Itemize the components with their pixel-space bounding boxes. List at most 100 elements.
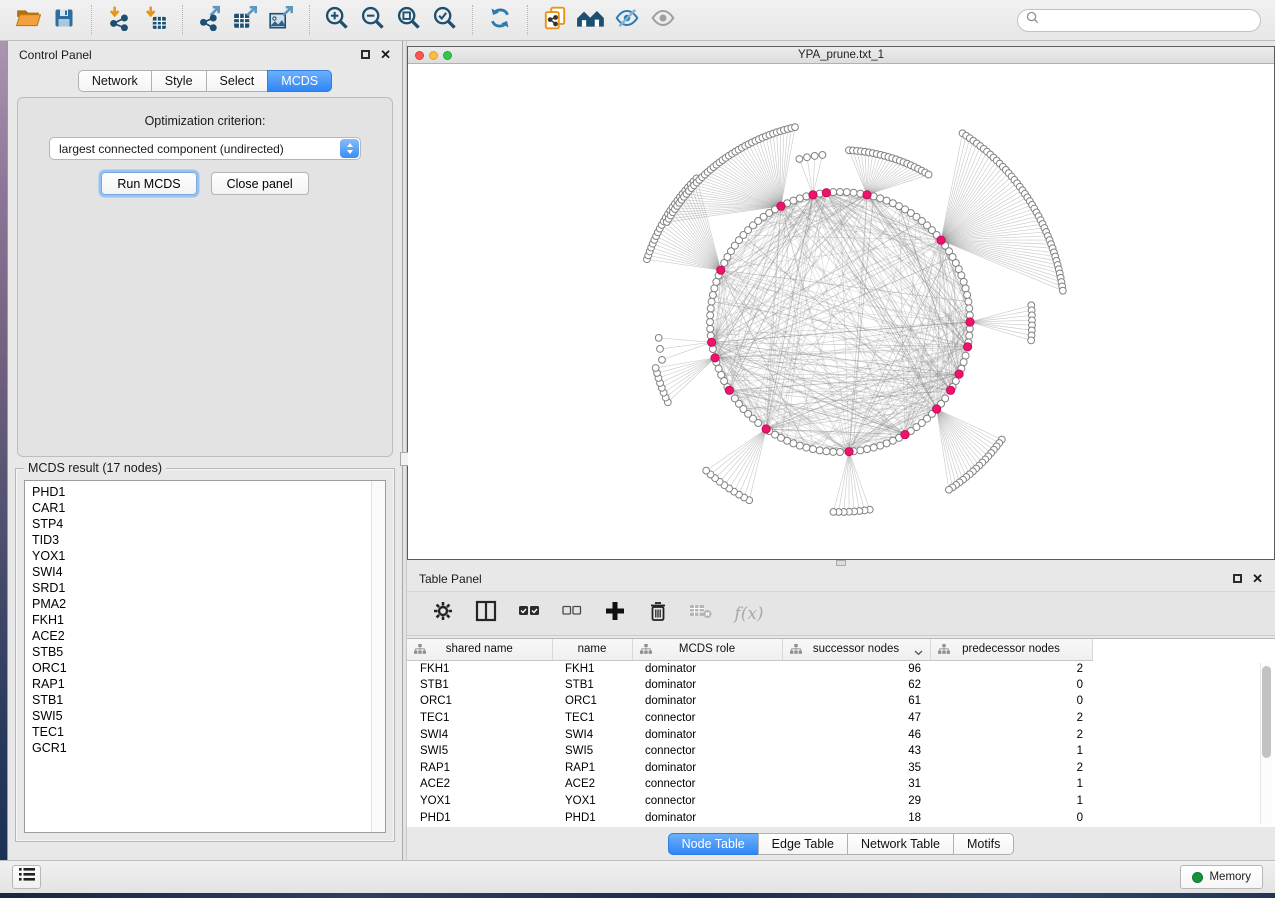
graph-leaf-node[interactable]: [811, 153, 818, 160]
table-cell[interactable]: connector: [632, 793, 782, 810]
table-row[interactable]: ACE2ACE2connector311: [407, 776, 1092, 793]
graph-leaf-node[interactable]: [657, 346, 664, 353]
graph-node[interactable]: [966, 332, 973, 339]
table-cell[interactable]: 46: [782, 726, 930, 743]
table-cell[interactable]: SWI5: [552, 743, 632, 760]
table-row[interactable]: SWI5SWI5connector431: [407, 743, 1092, 760]
graph-mcds-node[interactable]: [955, 370, 963, 378]
tab-network-table[interactable]: Network Table: [847, 833, 954, 855]
zoom-in-button[interactable]: [321, 4, 353, 36]
table-cell[interactable]: PHD1: [552, 809, 632, 826]
close-panel-icon[interactable]: ✕: [380, 48, 391, 61]
table-scrollbar[interactable]: [1260, 663, 1272, 824]
graph-mcds-node[interactable]: [809, 191, 817, 199]
graph-mcds-node[interactable]: [762, 425, 770, 433]
mcds-result-item[interactable]: STB5: [32, 644, 371, 660]
table-cell[interactable]: FKH1: [407, 660, 552, 677]
mcds-result-item[interactable]: ORC1: [32, 660, 371, 676]
mcds-result-item[interactable]: SWI4: [32, 564, 371, 580]
graph-mcds-node[interactable]: [845, 448, 853, 456]
graph-node[interactable]: [850, 189, 857, 196]
mcds-result-item[interactable]: SWI5: [32, 708, 371, 724]
table-cell[interactable]: 1: [930, 793, 1092, 810]
table-cell[interactable]: 18: [782, 809, 930, 826]
horizontal-splitter[interactable]: [407, 560, 1275, 566]
graph-leaf-node[interactable]: [1028, 337, 1035, 344]
graph-node[interactable]: [870, 444, 877, 451]
graph-leaf-node[interactable]: [703, 467, 710, 474]
graph-mcds-node[interactable]: [933, 405, 941, 413]
table-cell[interactable]: 0: [930, 809, 1092, 826]
tab-network[interactable]: Network: [78, 70, 152, 92]
graph-node[interactable]: [864, 446, 871, 453]
table-cell[interactable]: FKH1: [552, 660, 632, 677]
table-cell[interactable]: 2: [930, 660, 1092, 677]
open-file-button[interactable]: [12, 4, 44, 36]
table-cell[interactable]: 1: [930, 743, 1092, 760]
graph-mcds-node[interactable]: [863, 191, 871, 199]
graph-node[interactable]: [857, 447, 864, 454]
table-cell[interactable]: RAP1: [552, 760, 632, 777]
table-cell[interactable]: connector: [632, 743, 782, 760]
table-cell[interactable]: 29: [782, 793, 930, 810]
table-cell[interactable]: SWI5: [407, 743, 552, 760]
table-cell[interactable]: YOX1: [552, 793, 632, 810]
table-cell[interactable]: connector: [632, 710, 782, 727]
graph-node[interactable]: [731, 395, 738, 402]
table-cell[interactable]: ORC1: [552, 693, 632, 710]
graph-mcds-node[interactable]: [708, 338, 716, 346]
table-cell[interactable]: dominator: [632, 660, 782, 677]
table-cell[interactable]: 31: [782, 776, 930, 793]
graph-leaf-node[interactable]: [819, 152, 826, 159]
table-cell[interactable]: 47: [782, 710, 930, 727]
graph-mcds-node[interactable]: [964, 343, 972, 351]
graph-node[interactable]: [711, 285, 718, 292]
graph-node[interactable]: [709, 291, 716, 298]
mcds-result-item[interactable]: RAP1: [32, 676, 371, 692]
graph-leaf-node[interactable]: [652, 365, 659, 372]
list-scrollbar[interactable]: [371, 481, 385, 832]
table-cell[interactable]: 2: [930, 760, 1092, 777]
table-cell[interactable]: 2: [930, 710, 1092, 727]
graph-mcds-node[interactable]: [725, 386, 733, 394]
table-cell[interactable]: dominator: [632, 809, 782, 826]
mcds-result-item[interactable]: PHD1: [32, 484, 371, 500]
table-cell[interactable]: 62: [782, 677, 930, 694]
export-network-button[interactable]: [194, 4, 226, 36]
graph-node[interactable]: [877, 442, 884, 449]
column-header-predecessor-nodes[interactable]: predecessor nodes: [930, 639, 1092, 660]
table-settings-button[interactable]: [431, 602, 455, 626]
refresh-view-button[interactable]: [484, 4, 516, 36]
mcds-result-list[interactable]: PHD1CAR1STP4TID3YOX1SWI4SRD1PMA2FKH1ACE2…: [24, 480, 386, 833]
table-cell[interactable]: dominator: [632, 677, 782, 694]
import-network-button[interactable]: [103, 4, 135, 36]
column-header-MCDS-role[interactable]: MCDS role: [632, 639, 782, 660]
graph-node[interactable]: [708, 298, 715, 305]
graph-leaf-node[interactable]: [946, 486, 953, 493]
table-cell[interactable]: 2: [930, 726, 1092, 743]
mcds-result-item[interactable]: STP4: [32, 516, 371, 532]
close-window-icon[interactable]: [415, 51, 424, 60]
table-cell[interactable]: 0: [930, 693, 1092, 710]
run-mcds-button[interactable]: Run MCDS: [101, 172, 196, 195]
table-cell[interactable]: dominator: [632, 693, 782, 710]
export-image-button[interactable]: [266, 4, 298, 36]
table-cell[interactable]: ACE2: [407, 776, 552, 793]
node-table-grid[interactable]: shared namenameMCDS rolesuccessor nodesp…: [407, 639, 1093, 826]
graph-leaf-node[interactable]: [655, 334, 662, 341]
save-session-button[interactable]: [48, 4, 80, 36]
graph-node[interactable]: [809, 446, 816, 453]
mcds-result-item[interactable]: TID3: [32, 532, 371, 548]
graph-leaf-node[interactable]: [1059, 287, 1066, 294]
table-cell[interactable]: dominator: [632, 760, 782, 777]
tab-mcds[interactable]: MCDS: [267, 70, 332, 92]
graph-node[interactable]: [796, 195, 803, 202]
zoom-out-button[interactable]: [357, 4, 389, 36]
graph-mcds-node[interactable]: [966, 318, 974, 326]
graph-leaf-node[interactable]: [659, 356, 666, 363]
graph-leaf-node[interactable]: [796, 156, 803, 163]
mcds-result-item[interactable]: TEC1: [32, 724, 371, 740]
tab-style[interactable]: Style: [151, 70, 207, 92]
graph-node[interactable]: [707, 305, 714, 312]
table-cell[interactable]: ACE2: [552, 776, 632, 793]
